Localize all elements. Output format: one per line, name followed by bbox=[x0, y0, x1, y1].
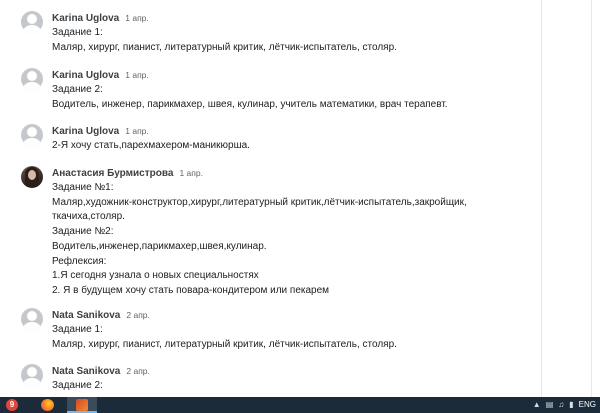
comment-author[interactable]: Анастасия Бурмистрова bbox=[52, 168, 173, 179]
comment-author[interactable]: Karina Uglova bbox=[52, 126, 119, 137]
right-side-panel bbox=[541, 0, 600, 397]
comment-date: 1 апр. bbox=[125, 126, 149, 136]
comment-text: Задание 1: Маляр, хирург, пианист, литер… bbox=[52, 324, 397, 350]
avatar[interactable] bbox=[21, 68, 43, 90]
comment-date: 1 апр. bbox=[125, 70, 149, 80]
chevron-up-icon[interactable]: ▲ bbox=[533, 398, 541, 412]
comment-text: Задание 1: Маляр, хирург, пианист, литер… bbox=[52, 27, 397, 53]
network-icon[interactable]: ▤ bbox=[546, 398, 554, 412]
comment-date: 1 апр. bbox=[179, 168, 203, 178]
firefox-icon[interactable] bbox=[41, 399, 54, 411]
comment-author[interactable]: Nata Sanikova bbox=[52, 310, 120, 321]
comment-date: 2 апр. bbox=[126, 310, 150, 320]
avatar[interactable] bbox=[21, 166, 43, 188]
comment-date: 2 апр. bbox=[126, 366, 150, 376]
system-tray: ▲ ▤ ♫ ▮ ENG bbox=[533, 398, 596, 412]
avatar[interactable] bbox=[21, 308, 43, 330]
scrollbar-track[interactable] bbox=[591, 0, 592, 397]
chrome-badge: 9 bbox=[9, 400, 15, 409]
volume-icon[interactable]: ♫ bbox=[558, 398, 564, 412]
avatar[interactable] bbox=[21, 124, 43, 146]
comment-text: 2-Я хочу стать,парехмахером-маникюрша. bbox=[52, 140, 250, 151]
comment-date: 1 апр. bbox=[125, 13, 149, 23]
comment-author[interactable]: Karina Uglova bbox=[52, 13, 119, 24]
comment-text: Задание №1: Маляр,художник-конструктор,х… bbox=[52, 182, 467, 296]
comment-text: Задание 2: bbox=[52, 380, 103, 391]
comment-author[interactable]: Nata Sanikova bbox=[52, 366, 120, 377]
avatar[interactable] bbox=[21, 11, 43, 33]
comment-feed: Karina Uglova 1 апр. Задание 1: Маляр, хи… bbox=[0, 0, 541, 397]
comment-author[interactable]: Karina Uglova bbox=[52, 70, 119, 81]
windows-taskbar: 9 ▲ ▤ ♫ ▮ ENG bbox=[0, 397, 600, 413]
avatar[interactable] bbox=[21, 364, 43, 386]
comment-text: Задание 2: Водитель, инженер, парикмахер… bbox=[52, 84, 448, 110]
battery-icon[interactable]: ▮ bbox=[569, 398, 573, 412]
language-indicator[interactable]: ENG bbox=[579, 398, 596, 412]
active-app-icon[interactable] bbox=[67, 397, 97, 413]
